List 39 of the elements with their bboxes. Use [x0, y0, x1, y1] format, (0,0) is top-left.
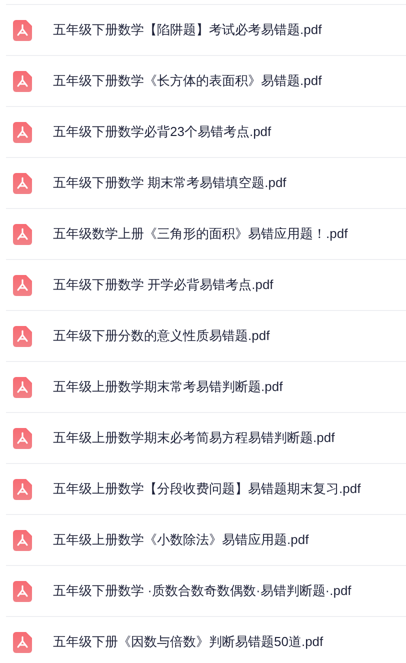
file-list-item[interactable]: 五年级下册数学《长方体的表面积》易错题.pdf: [6, 56, 406, 107]
pdf-file-icon: [13, 122, 32, 142]
file-list-item[interactable]: 五年级上册数学《小数除法》易错应用题.pdf: [6, 515, 406, 566]
file-list-item[interactable]: 五年级下册数学必背23个易错考点.pdf: [6, 107, 406, 158]
file-list-item[interactable]: 五年级下册分数的意义性质易错题.pdf: [6, 311, 406, 362]
file-list-item[interactable]: 五年级数学上册《三角形的面积》易错应用题！.pdf: [6, 209, 406, 260]
file-name: 五年级上册数学期末常考易错判断题.pdf: [53, 378, 283, 396]
file-name: 五年级数学上册《三角形的面积》易错应用题！.pdf: [53, 225, 348, 244]
pdf-file-icon: [13, 20, 32, 40]
file-name: 五年级下册分数的意义性质易错题.pdf: [53, 327, 270, 346]
file-list-item[interactable]: 五年级上册数学期末常考易错判断题.pdf: [6, 362, 406, 413]
file-list-item[interactable]: 五年级上册数学期末必考简易方程易错判断题.pdf: [6, 413, 406, 464]
pdf-file-icon: [13, 376, 32, 398]
file-name: 五年级下册数学 期末常考易错填空题.pdf: [53, 174, 286, 192]
file-list-item[interactable]: 五年级上册数学【分段收费问题】易错题期末复习.pdf: [6, 464, 406, 515]
pdf-file-icon: [13, 530, 32, 550]
file-list-item[interactable]: 五年级下册数学 开学必背易错考点.pdf: [6, 260, 406, 311]
file-name: 五年级下册数学必背23个易错考点.pdf: [53, 123, 272, 142]
file-name: 五年级上册数学【分段收费问题】易错题期末复习.pdf: [53, 480, 361, 498]
file-name: 五年级下册《因数与倍数》判断易错题50道.pdf: [53, 633, 324, 652]
file-list-item[interactable]: 五年级下册《因数与倍数》判断易错题50道.pdf: [6, 617, 406, 663]
pdf-file-icon: [13, 478, 32, 500]
file-name: 五年级下册数学 ·质数合数奇数偶数·易错判断题·.pdf: [53, 582, 352, 600]
file-name: 五年级下册数学《长方体的表面积》易错题.pdf: [53, 72, 322, 90]
pdf-file-icon: [13, 274, 32, 296]
file-name: 五年级上册数学《小数除法》易错应用题.pdf: [53, 531, 309, 550]
file-list-item[interactable]: 五年级下册数学 ·质数合数奇数偶数·易错判断题·.pdf: [6, 566, 406, 617]
pdf-file-icon: [13, 632, 32, 652]
pdf-file-icon: [13, 580, 32, 602]
pdf-file-icon: [13, 326, 32, 346]
pdf-file-icon: [13, 428, 32, 448]
file-list-item[interactable]: 五年级下册数学【陷阱题】考试必考易错题.pdf: [6, 5, 406, 56]
pdf-file-icon: [13, 70, 32, 92]
file-list-item[interactable]: 五年级下册数学 期末常考易错填空题.pdf: [6, 158, 406, 209]
file-name: 五年级下册数学【陷阱题】考试必考易错题.pdf: [53, 21, 322, 40]
pdf-file-icon: [13, 224, 32, 244]
file-name: 五年级上册数学期末必考简易方程易错判断题.pdf: [53, 429, 335, 448]
pdf-file-icon: [13, 172, 32, 194]
file-name: 五年级下册数学 开学必背易错考点.pdf: [53, 276, 274, 294]
